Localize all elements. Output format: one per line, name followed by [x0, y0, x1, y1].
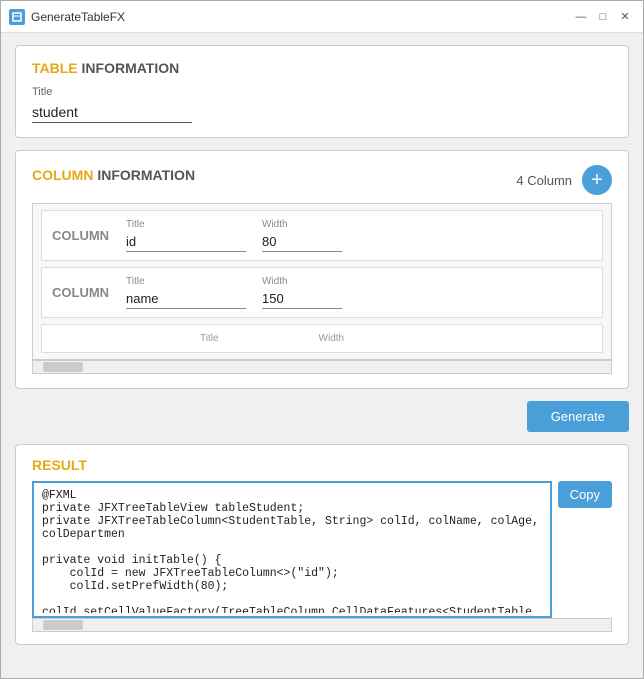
column-2-width-input[interactable] — [262, 289, 342, 309]
column-info-header: COLUMN INFORMATION 4 Column + — [32, 165, 612, 195]
column-row-label-2: COLUMN — [52, 285, 110, 300]
column-2-width-wrap: Width — [262, 276, 342, 309]
generate-row: Generate — [15, 401, 629, 432]
copy-button[interactable]: Copy — [558, 481, 612, 508]
column-row: COLUMN Title Width — [41, 267, 603, 318]
column-2-field-group: Title Width — [126, 276, 592, 309]
maximize-button[interactable]: □ — [593, 7, 613, 27]
table-title-highlight: TABLE — [32, 60, 78, 76]
columns-horizontal-scrollbar-thumb — [43, 362, 83, 372]
column-count: 4 Column — [516, 173, 572, 188]
add-column-button[interactable]: + — [582, 165, 612, 195]
column-title-rest: INFORMATION — [93, 167, 195, 183]
column-information-title: COLUMN INFORMATION — [32, 167, 195, 183]
table-information-section: TABLE INFORMATION Title — [15, 45, 629, 138]
generate-button[interactable]: Generate — [527, 401, 629, 432]
empty-width-label: Width — [319, 333, 345, 344]
columns-horizontal-scrollbar[interactable] — [32, 360, 612, 374]
column-1-title-wrap: Title — [126, 219, 246, 252]
column-1-title-input[interactable] — [126, 232, 246, 252]
column-2-width-label: Width — [262, 276, 342, 287]
window-controls: — □ ✕ — [571, 7, 635, 27]
column-row: COLUMN Title Width — [41, 210, 603, 261]
column-2-fields: Title Width — [126, 276, 592, 309]
empty-row-labels: Title Width — [200, 333, 344, 344]
column-1-width-input[interactable] — [262, 232, 342, 252]
result-textarea[interactable]: @FXML private JFXTreeTableView tableStud… — [34, 483, 550, 613]
column-title-highlight: COLUMN — [32, 167, 93, 183]
minimize-button[interactable]: — — [571, 7, 591, 27]
table-title-rest: INFORMATION — [78, 60, 180, 76]
columns-scroll-area[interactable]: COLUMN Title Width — [32, 203, 612, 360]
result-horizontal-scrollbar[interactable] — [32, 618, 612, 632]
column-1-width-wrap: Width — [262, 219, 342, 252]
column-1-field-group: Title Width — [126, 219, 592, 252]
app-icon — [9, 9, 25, 25]
column-row-label-1: COLUMN — [52, 228, 110, 243]
column-1-width-label: Width — [262, 219, 342, 230]
column-1-fields: Title Width — [126, 219, 592, 252]
result-title: RESULT — [32, 457, 612, 473]
result-horizontal-scrollbar-thumb — [43, 620, 83, 630]
column-2-title-label: Title — [126, 276, 246, 287]
column-information-section: COLUMN INFORMATION 4 Column + COLUMN Tit… — [15, 150, 629, 389]
column-2-title-input[interactable] — [126, 289, 246, 309]
close-button[interactable]: ✕ — [615, 7, 635, 27]
main-window: GenerateTableFX — □ ✕ TABLE INFORMATION … — [0, 0, 644, 679]
empty-column-row: Title Width — [41, 324, 603, 353]
result-code-container: @FXML private JFXTreeTableView tableStud… — [32, 481, 552, 618]
table-title-input[interactable] — [32, 102, 192, 123]
result-area-wrap: @FXML private JFXTreeTableView tableStud… — [32, 481, 612, 618]
column-2-title-wrap: Title — [126, 276, 246, 309]
column-1-title-label: Title — [126, 219, 246, 230]
window-title: GenerateTableFX — [31, 10, 565, 24]
content-area: TABLE INFORMATION Title COLUMN INFORMATI… — [1, 33, 643, 678]
title-field-label: Title — [32, 86, 612, 98]
empty-title-label: Title — [200, 333, 219, 344]
result-section: RESULT @FXML private JFXTreeTableView ta… — [15, 444, 629, 645]
table-information-title: TABLE INFORMATION — [32, 60, 612, 76]
title-bar: GenerateTableFX — □ ✕ — [1, 1, 643, 33]
